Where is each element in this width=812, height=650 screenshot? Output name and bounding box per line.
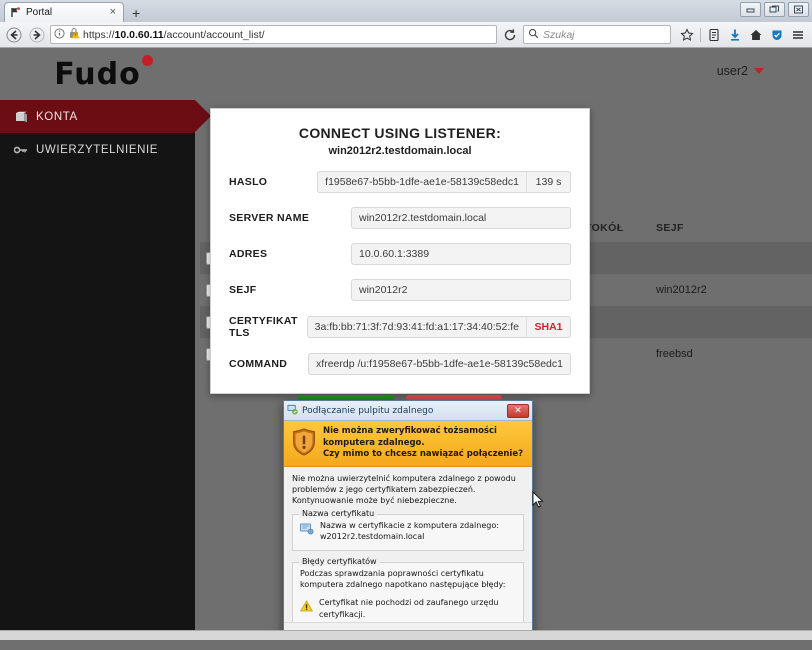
rdp-cert-errors-group: Błędy certyfikatów Podczas sprawdzania p… bbox=[292, 556, 524, 629]
rdp-banner-line1: Nie można zweryfikować tożsamości komput… bbox=[323, 426, 497, 448]
rdp-title-text: Podłączanie pulpitu zdalnego bbox=[302, 405, 434, 416]
sidebar-item-label: KONTA bbox=[36, 110, 78, 123]
downloads-icon[interactable] bbox=[725, 25, 745, 45]
field-row-haslo: HASLO f1958e67-b5bb-1dfe-ae1e-58139c58ed… bbox=[229, 171, 571, 193]
warning-triangle-icon bbox=[299, 597, 314, 616]
key-icon bbox=[14, 145, 28, 155]
sidebar: Fudo KONTA UWIERZYTELNIENIE bbox=[0, 48, 211, 640]
field-row-certyfikat-tls: CERTYFIKAT TLS 3a:fb:bb:71:3f:7d:93:41:f… bbox=[229, 315, 571, 339]
sejf-input[interactable]: win2012r2 bbox=[351, 279, 571, 301]
hamburger-menu-icon[interactable] bbox=[788, 25, 808, 45]
info-icon[interactable] bbox=[54, 27, 65, 42]
rdp-cert-value: w2012r2.testdomain.local bbox=[320, 532, 425, 542]
search-input[interactable]: Szukaj bbox=[523, 25, 671, 44]
minimize-button[interactable] bbox=[740, 2, 761, 17]
cell-safe bbox=[650, 242, 812, 274]
chevron-down-icon bbox=[754, 68, 764, 74]
tab-close-icon[interactable]: × bbox=[108, 7, 118, 18]
connect-listener-modal: CONNECT USING LISTENER: win2012r2.testdo… bbox=[210, 108, 590, 419]
rdp-errors-intro: Podczas sprawdzania poprawności certyfik… bbox=[300, 568, 506, 589]
reload-icon[interactable] bbox=[500, 25, 520, 44]
toolbar-icons bbox=[674, 25, 808, 45]
certyfikat-hash-badge: SHA1 bbox=[527, 316, 571, 338]
field-row-adres: ADRES 10.0.60.1:3389 bbox=[229, 243, 571, 265]
book-icon bbox=[14, 111, 28, 123]
rdp-warning-banner: Nie można zweryfikować tożsamości komput… bbox=[284, 421, 532, 467]
brand-dot-icon bbox=[141, 54, 153, 66]
brand-name: Fudo bbox=[54, 56, 141, 92]
server-name-input[interactable]: win2012r2.testdomain.local bbox=[351, 207, 571, 229]
cell-safe bbox=[650, 306, 812, 338]
bookmark-star-icon[interactable] bbox=[677, 25, 697, 45]
sidebar-item-konta[interactable]: KONTA bbox=[0, 100, 211, 133]
status-bar bbox=[0, 630, 812, 640]
remote-desktop-icon bbox=[287, 404, 298, 418]
rdp-errors-group-title: Błędy certyfikatów bbox=[299, 556, 380, 566]
back-arrow-icon[interactable] bbox=[4, 25, 24, 45]
home-icon[interactable] bbox=[746, 25, 766, 45]
table-header-safe: SEJF bbox=[656, 222, 684, 234]
haslo-input[interactable]: f1958e67-b5bb-1dfe-ae1e-58139c58edc1 bbox=[317, 171, 527, 193]
tab-strip: Portal × + bbox=[0, 0, 812, 22]
rdp-body-text: Nie można uwierzytelnić komputera zdalne… bbox=[292, 474, 516, 506]
new-tab-button[interactable]: + bbox=[124, 4, 148, 22]
tab-title: Portal bbox=[26, 7, 53, 18]
cell-safe: freebsd bbox=[656, 348, 693, 360]
rdp-body: Nie można uwierzytelnić komputera zdalne… bbox=[284, 467, 532, 640]
user-menu[interactable]: user2 bbox=[717, 64, 764, 78]
window-controls bbox=[740, 2, 809, 17]
sidebar-item-label: UWIERZYTELNIENIE bbox=[36, 143, 159, 156]
sidebar-item-uwierzytelnienie[interactable]: UWIERZYTELNIENIE bbox=[0, 133, 195, 166]
warning-shield-icon bbox=[292, 427, 316, 460]
forward-arrow-icon[interactable] bbox=[27, 25, 47, 45]
restore-button[interactable] bbox=[764, 2, 785, 17]
toolbar-separator bbox=[700, 27, 701, 42]
certificate-icon bbox=[300, 520, 314, 539]
field-row-command: COMMAND xfreerdp /u:f1958e67-b5bb-1dfe-a… bbox=[229, 353, 571, 375]
field-label-certyfikat-tls: CERTYFIKAT TLS bbox=[229, 315, 298, 339]
rdp-cert-label: Nazwa w certyfikacie z komputera zdalneg… bbox=[320, 520, 499, 530]
rdp-title-bar: Podłączanie pulpitu zdalnego ✕ bbox=[284, 401, 532, 421]
navigation-toolbar: https://10.0.60.11/account/account_list/… bbox=[0, 22, 812, 48]
rdp-cert-text: Nazwa w certyfikacie z komputera zdalneg… bbox=[320, 520, 499, 543]
field-label-server-name: SERVER NAME bbox=[229, 212, 310, 224]
rdp-banner-line2: Czy mimo to chcesz nawiązać połączenie? bbox=[323, 449, 524, 460]
field-label-adres: ADRES bbox=[229, 248, 268, 260]
modal-subtitle: win2012r2.testdomain.local bbox=[328, 145, 472, 157]
close-button[interactable] bbox=[788, 2, 809, 17]
shield-icon[interactable] bbox=[767, 25, 787, 45]
modal-title: CONNECT USING LISTENER: bbox=[298, 125, 502, 141]
rdp-certificate-dialog: Podłączanie pulpitu zdalnego ✕ Nie można… bbox=[283, 400, 533, 640]
browser-window: Portal × + https://10.0.60.11/account/ac… bbox=[0, 0, 812, 650]
rdp-cert-name-group: Nazwa certyfikatu Nazwa w certyfikacie z… bbox=[292, 508, 524, 551]
url-bar[interactable]: https://10.0.60.11/account/account_list/ bbox=[50, 25, 497, 44]
topbar: user2 bbox=[195, 48, 812, 100]
field-label-command: COMMAND bbox=[229, 358, 288, 370]
command-input[interactable]: xfreerdp /u:f1958e67-b5bb-1dfe-ae1e-5813… bbox=[308, 353, 571, 375]
cell-safe: win2012r2 bbox=[656, 284, 707, 296]
rdp-cert-group-title: Nazwa certyfikatu bbox=[299, 508, 378, 518]
field-label-haslo: HASLO bbox=[229, 176, 268, 188]
rdp-banner-text: Nie można zweryfikować tożsamości komput… bbox=[323, 426, 524, 460]
field-row-server-name: SERVER NAME win2012r2.testdomain.local bbox=[229, 207, 571, 229]
brand-logo: Fudo bbox=[0, 48, 195, 100]
flag-icon bbox=[10, 7, 21, 18]
certyfikat-tls-input[interactable]: 3a:fb:bb:71:3f:7d:93:41:fd:a1:17:34:40:5… bbox=[306, 316, 527, 338]
haslo-timer: 139 s bbox=[527, 171, 571, 193]
rdp-close-button[interactable]: ✕ bbox=[507, 403, 529, 418]
user-name: user2 bbox=[716, 64, 748, 78]
reader-list-icon[interactable] bbox=[704, 25, 724, 45]
browser-tab[interactable]: Portal × bbox=[4, 2, 124, 22]
field-row-sejf: SEJF win2012r2 bbox=[229, 279, 571, 301]
page-content: Fudo KONTA UWIERZYTELNIENIE user2 PROTOK… bbox=[0, 48, 812, 640]
warning-lock-icon[interactable] bbox=[68, 27, 80, 42]
search-icon bbox=[528, 28, 539, 42]
rdp-error-item: Certyfikat nie pochodzi od zaufanego urz… bbox=[319, 598, 499, 619]
url-text: https://10.0.60.11/account/account_list/ bbox=[83, 28, 265, 41]
field-label-sejf: SEJF bbox=[229, 284, 257, 296]
search-placeholder: Szukaj bbox=[543, 28, 575, 41]
adres-input[interactable]: 10.0.60.1:3389 bbox=[351, 243, 571, 265]
